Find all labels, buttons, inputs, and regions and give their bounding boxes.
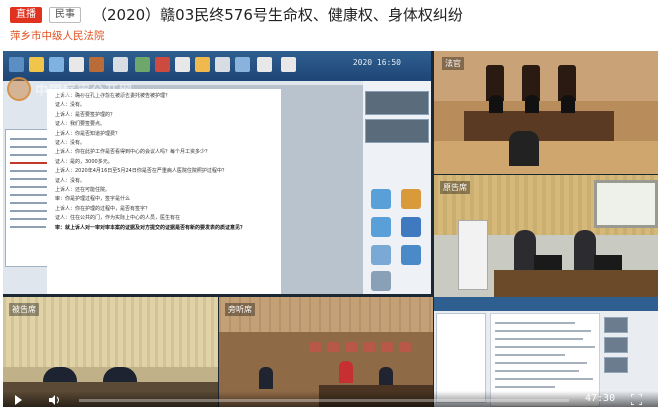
- toolbar-icon: [9, 57, 24, 72]
- toolbar-icon: [135, 57, 150, 72]
- gallery-label: 旁听席: [225, 303, 255, 316]
- player-controls: 47:30: [3, 391, 658, 407]
- video-player[interactable]: 2020 16:50 上诉人：确存在孔上存着在被原告委托被告被护理？ 证人：没有…: [3, 51, 658, 407]
- duration-label: 47:30: [585, 393, 616, 404]
- transcript-line: 证人：是的，3000多元。: [55, 158, 113, 165]
- plaintiff-camera: 原告席: [434, 175, 658, 297]
- video-conference-tools: [363, 81, 431, 294]
- transcript-line: 证人：我们要签要点。: [55, 121, 106, 128]
- transcript-line: 证人：没有。: [55, 177, 86, 184]
- toolbar-icon: [89, 57, 104, 72]
- transcript-line: 证人：没有。: [55, 102, 86, 109]
- toolbar-icon: [175, 57, 190, 72]
- tool-button-icon: [371, 217, 391, 237]
- camera-thumbnail: [365, 91, 429, 115]
- transcript-line: 上诉人：2020年4月16日至5月24日你是否在严重病人医院住院照护过程中？: [55, 168, 227, 175]
- camera-thumbnail: [365, 119, 429, 143]
- volume-icon[interactable]: [49, 395, 61, 405]
- fullscreen-icon[interactable]: [631, 394, 642, 405]
- category-badge: 民事: [49, 7, 81, 23]
- transcript-line: 上诉人：还在可能住院。: [55, 187, 111, 194]
- page-header: 直播 民事 （2020）赣03民终576号生命权、健康权、身体权纠纷 萍乡市中级…: [0, 0, 661, 46]
- transcript-page: 上诉人：确存在孔上存着在被原告委托被告被护理？ 证人：没有。 上诉人：是否要签护…: [47, 89, 281, 294]
- transcript-line: 上诉人：你在此护工作是否看得到中心的会议人吗？每个月工资多少？: [55, 149, 211, 156]
- defendant-label: 被告席: [9, 303, 39, 316]
- live-badge: 直播: [10, 7, 42, 23]
- toolbar-icon: [235, 57, 250, 72]
- tool-button-icon: [371, 245, 391, 265]
- tool-button-icon: [371, 271, 391, 291]
- play-icon[interactable]: [15, 395, 22, 405]
- progress-bar[interactable]: [79, 399, 569, 402]
- toolbar-icon: [195, 57, 210, 72]
- toolbar-icon: [281, 57, 296, 72]
- court-name-link[interactable]: 萍乡市中级人民法院: [10, 28, 105, 43]
- tool-button-icon: [401, 217, 421, 237]
- transcript-line: 证人：住在公共的门，作为实际上中心的人员，医生有在: [55, 215, 181, 222]
- app-toolbar: 2020 16:50: [3, 51, 431, 81]
- toolbar-icon: [29, 57, 44, 72]
- bench-label: 法官: [442, 57, 464, 70]
- court-seal-logo: [7, 77, 31, 101]
- toolbar-icon: [257, 57, 272, 72]
- tool-button-icon: [401, 189, 421, 209]
- transcript-line: 上诉人：你是否知道护理费？: [55, 130, 121, 137]
- tool-button-icon: [371, 189, 391, 209]
- case-title: （2020）赣03民终576号生命权、健康权、身体权纠纷: [92, 6, 463, 24]
- plaintiff-label: 原告席: [440, 181, 470, 194]
- transcript-question: 审：就上诉人对一审对审本案的证据及对方提交的证据是否有新的要发表的质证意见？: [55, 224, 246, 231]
- tool-button-icon: [401, 245, 421, 265]
- screen-clock: 2020 16:50: [352, 58, 401, 67]
- transcript-line: 上诉人：你在护理的过程中，是否有签字？: [55, 205, 151, 212]
- transcript-line: 上诉人：是否要签护理的？: [55, 111, 116, 118]
- bench-camera: 法官: [434, 51, 658, 174]
- toolbar-icon: [69, 57, 84, 72]
- screen-share-panel: 2020 16:50 上诉人：确存在孔上存着在被原告委托被告被护理？ 证人：没有…: [3, 51, 431, 294]
- toolbar-icon: [113, 57, 128, 72]
- transcript-line: 审：你是护理过程中，签字是什么: [55, 196, 131, 203]
- toolbar-icon: [155, 57, 170, 72]
- transcript-line: 证人：没有。: [55, 140, 86, 147]
- toolbar-icon: [215, 57, 230, 72]
- watermark: 中国庭审公开网: [35, 84, 134, 99]
- toolbar-icon: [49, 57, 64, 72]
